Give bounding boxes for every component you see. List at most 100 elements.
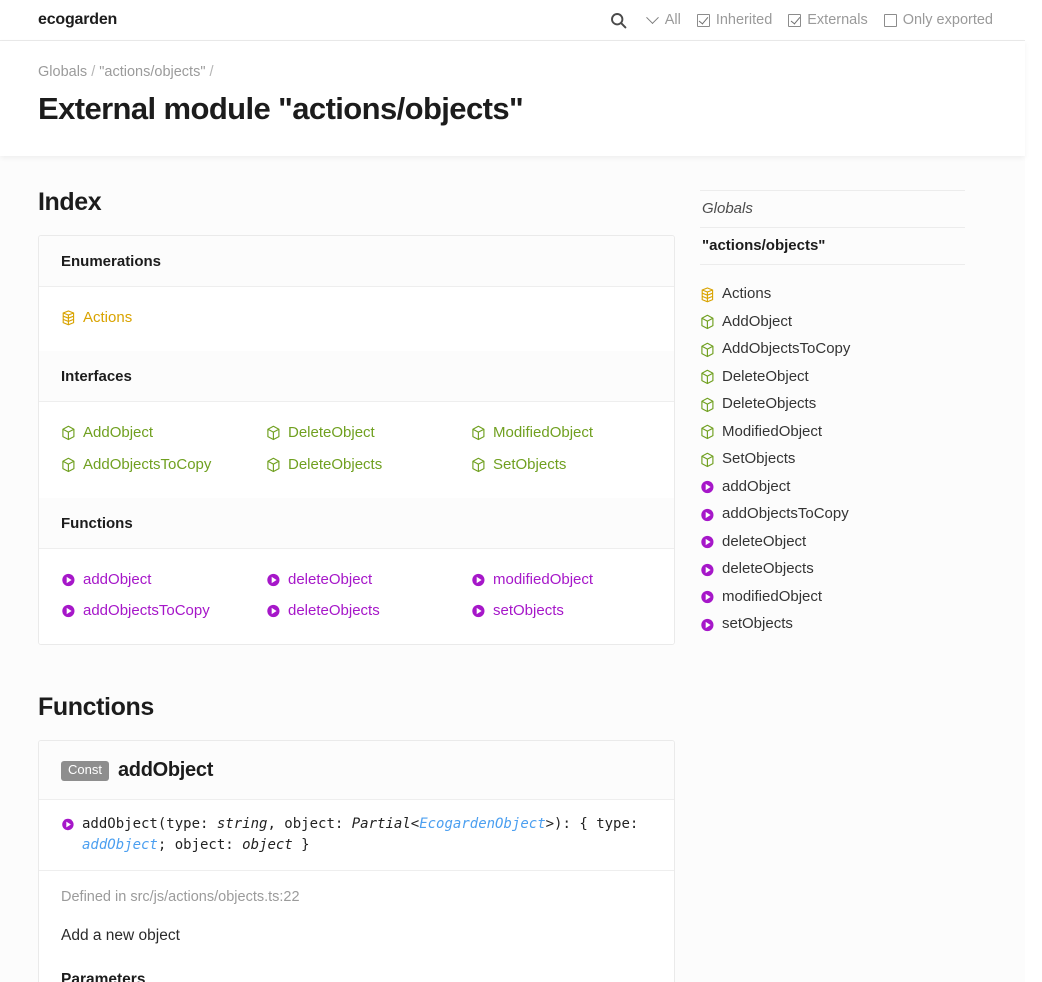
sidebar-member-label: AddObject bbox=[722, 312, 793, 330]
sig-token-link[interactable]: addObject bbox=[82, 837, 158, 853]
index-item-label: addObjectsToCopy bbox=[83, 602, 210, 620]
checkbox-externals[interactable] bbox=[788, 13, 802, 27]
index-item-deleteobject-fn[interactable]: deleteObject bbox=[266, 569, 471, 591]
sidebar-member-addobject-fn[interactable]: addObject bbox=[700, 476, 965, 499]
sidebar-member-addobjectstocopy-fn[interactable]: addObjectsToCopy bbox=[700, 503, 965, 526]
enum-icon bbox=[61, 310, 76, 326]
sidebar-member-label: deleteObject bbox=[722, 532, 807, 550]
const-badge: Const bbox=[61, 760, 109, 781]
index-item-deleteobjects[interactable]: DeleteObjects bbox=[266, 454, 471, 476]
sidebar-member-label: SetObjects bbox=[722, 450, 796, 468]
function-icon bbox=[700, 479, 715, 495]
index-item-setobjects[interactable]: SetObjects bbox=[471, 454, 652, 476]
sidebar-member-actions[interactable]: Actions bbox=[700, 283, 965, 306]
index-group-grid-functions: addObject deleteObject modifiedObject ad… bbox=[61, 569, 652, 623]
sidebar-member-setobjects-fn[interactable]: setObjects bbox=[700, 613, 965, 636]
sidebar-member-label: modifiedObject bbox=[722, 587, 823, 605]
index-group-grid-enumerations: Actions bbox=[61, 307, 652, 329]
sig-token: string bbox=[216, 816, 268, 833]
main-column: Index Enumerations Actions Interfaces Ad… bbox=[0, 156, 700, 982]
sidebar-member-label: ModifiedObject bbox=[722, 422, 823, 440]
interface-icon bbox=[471, 457, 486, 473]
brand-title[interactable]: ecogarden bbox=[38, 11, 117, 29]
sidebar-member-label: DeleteObjects bbox=[722, 395, 817, 413]
index-item-actions[interactable]: Actions bbox=[61, 307, 266, 329]
function-icon bbox=[700, 534, 715, 550]
sidebar-member-modifiedobject[interactable]: ModifiedObject bbox=[700, 421, 965, 444]
checkbox-inherited[interactable] bbox=[696, 13, 710, 27]
function-icon bbox=[700, 507, 715, 523]
sig-token: addObject(type: bbox=[82, 816, 217, 833]
sidebar-nav: Globals "actions/objects" Actions AddObj… bbox=[700, 190, 965, 636]
filter-inherited[interactable]: Inherited bbox=[688, 12, 779, 28]
index-group-heading-interfaces: Interfaces bbox=[39, 351, 674, 403]
index-section-title: Index bbox=[38, 188, 102, 217]
index-item-label: SetObjects bbox=[493, 455, 567, 473]
toolbar-controls: All Inherited Externals Only exported bbox=[596, 10, 1005, 29]
sidebar-item-current-module[interactable]: "actions/objects" bbox=[700, 228, 965, 266]
sidebar-member-label: deleteObjects bbox=[722, 560, 814, 578]
index-item-modifiedobject-fn[interactable]: modifiedObject bbox=[471, 569, 652, 591]
index-item-label: deleteObject bbox=[288, 570, 373, 588]
sidebar-member-addobjectstocopy[interactable]: AddObjectsToCopy bbox=[700, 338, 965, 361]
filter-only-exported-label: Only exported bbox=[902, 12, 993, 28]
sidebar-member-deleteobjects-fn[interactable]: deleteObjects bbox=[700, 558, 965, 581]
breadcrumb-separator-1: / bbox=[91, 64, 96, 80]
documentation-page: ecogarden All Inherited Externals Only e… bbox=[0, 0, 1042, 982]
sidebar-member-modifiedobject-fn[interactable]: modifiedObject bbox=[700, 586, 965, 609]
index-item-addobject[interactable]: AddObject bbox=[61, 422, 266, 444]
function-header: Const addObject bbox=[39, 741, 674, 801]
sidebar-member-label: Actions bbox=[722, 285, 772, 303]
scrollbar-gutter[interactable] bbox=[1025, 0, 1042, 982]
function-detail-card: Const addObject addObject(type: string, … bbox=[38, 740, 675, 982]
index-item-label: addObject bbox=[83, 570, 152, 588]
index-item-deleteobjects-fn[interactable]: deleteObjects bbox=[266, 600, 471, 622]
index-item-deleteobject[interactable]: DeleteObject bbox=[266, 422, 471, 444]
parameters-heading: Parameters bbox=[61, 970, 146, 982]
index-item-modifiedobject[interactable]: ModifiedObject bbox=[471, 422, 652, 444]
sidebar-member-label: addObject bbox=[722, 477, 791, 495]
search-button[interactable] bbox=[596, 12, 641, 29]
sidebar-item-globals[interactable]: Globals bbox=[700, 190, 965, 229]
index-item-label: DeleteObject bbox=[288, 424, 375, 442]
function-icon bbox=[471, 572, 486, 588]
index-item-label: ModifiedObject bbox=[493, 424, 594, 442]
title-header: Globals / "actions/objects" / External m… bbox=[0, 41, 1025, 157]
interface-icon bbox=[700, 342, 715, 358]
sig-token: } bbox=[292, 836, 310, 853]
sidebar-member-deleteobjects[interactable]: DeleteObjects bbox=[700, 393, 965, 416]
content-column: ecogarden All Inherited Externals Only e… bbox=[0, 0, 1025, 982]
sidebar-member-addobject[interactable]: AddObject bbox=[700, 311, 965, 334]
function-icon bbox=[266, 603, 281, 619]
index-item-label: AddObject bbox=[83, 424, 154, 442]
sidebar-member-label: AddObjectsToCopy bbox=[722, 340, 851, 358]
sig-token-link[interactable]: EcogardenObject bbox=[419, 816, 545, 832]
function-icon bbox=[61, 814, 75, 832]
sidebar-member-deleteobject-fn[interactable]: deleteObject bbox=[700, 531, 965, 554]
sidebar-member-deleteobject[interactable]: DeleteObject bbox=[700, 366, 965, 389]
functions-section-title: Functions bbox=[38, 693, 154, 722]
breadcrumb-item-globals[interactable]: Globals bbox=[38, 64, 87, 80]
page-title: External module "actions/objects" bbox=[38, 90, 524, 126]
checkbox-only-exported[interactable] bbox=[883, 13, 897, 27]
interface-icon bbox=[700, 452, 715, 468]
index-item-addobjectstocopy[interactable]: AddObjectsToCopy bbox=[61, 454, 266, 476]
index-item-label: deleteObjects bbox=[288, 602, 380, 620]
index-item-addobject-fn[interactable]: addObject bbox=[61, 569, 266, 591]
interface-icon bbox=[700, 397, 715, 413]
function-description: Add a new object bbox=[61, 926, 180, 944]
index-item-addobjectstocopy-fn[interactable]: addObjectsToCopy bbox=[61, 600, 266, 622]
sidebar-member-setobjects[interactable]: SetObjects bbox=[700, 448, 965, 471]
defined-in-text[interactable]: Defined in src/js/actions/objects.ts:22 bbox=[61, 889, 652, 905]
sig-token: < bbox=[410, 816, 420, 833]
index-item-setobjects-fn[interactable]: setObjects bbox=[471, 600, 652, 622]
filter-only-exported[interactable]: Only exported bbox=[875, 12, 1000, 28]
sidebar-member-label: addObjectsToCopy bbox=[722, 505, 849, 523]
visibility-dropdown[interactable]: All bbox=[641, 10, 688, 28]
filter-externals[interactable]: Externals bbox=[779, 12, 874, 28]
breadcrumb-separator-2: / bbox=[209, 64, 214, 80]
interface-icon bbox=[61, 425, 76, 441]
index-item-label: Actions bbox=[83, 309, 133, 327]
breadcrumb-item-module[interactable]: "actions/objects" bbox=[99, 64, 205, 80]
function-icon bbox=[61, 603, 76, 619]
